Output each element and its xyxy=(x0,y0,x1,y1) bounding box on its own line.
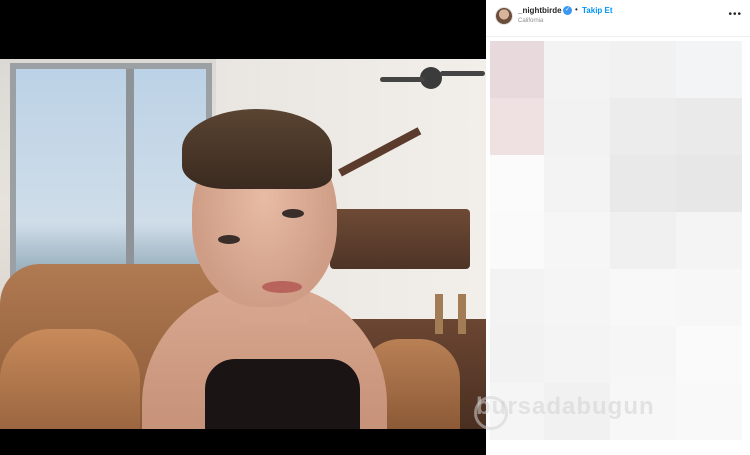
post-photo[interactable] xyxy=(0,59,486,429)
photo-bench-leg xyxy=(458,294,466,334)
pixelated-tile xyxy=(610,326,676,383)
photo-sofa-arm xyxy=(0,329,140,429)
pixelated-comments-area xyxy=(490,41,748,441)
photo-fan-blade xyxy=(380,77,425,82)
post-header: _nightbirde ✓ • Takip Et California ••• xyxy=(486,0,750,37)
pixelated-tile xyxy=(610,155,676,212)
pixelated-tile xyxy=(610,269,676,326)
header-separator: • xyxy=(575,5,578,14)
pixelated-tile xyxy=(544,41,610,98)
pixelated-tile xyxy=(676,41,742,98)
pixelated-tile xyxy=(676,383,742,440)
pixelated-tile xyxy=(676,269,742,326)
pixelated-tile xyxy=(676,326,742,383)
username-link[interactable]: _nightbirde xyxy=(518,6,562,15)
photo-person-top xyxy=(205,359,360,429)
post-photo-pane[interactable] xyxy=(0,0,486,455)
pixelated-tile xyxy=(544,98,610,155)
more-options-icon[interactable]: ••• xyxy=(728,9,742,20)
pixelated-tile xyxy=(544,326,610,383)
pixelated-tile xyxy=(610,383,676,440)
photo-person-hair xyxy=(182,109,332,189)
avatar[interactable] xyxy=(495,7,513,25)
pixelated-tile xyxy=(490,326,544,383)
pixelated-tile xyxy=(490,155,544,212)
pixelated-tile xyxy=(610,98,676,155)
follow-button[interactable]: Takip Et xyxy=(582,6,613,15)
pixelated-tile xyxy=(544,155,610,212)
post-side-panel: _nightbirde ✓ • Takip Et California ••• xyxy=(486,0,750,455)
photo-fan-blade xyxy=(440,71,485,76)
pixelated-tile xyxy=(544,269,610,326)
pixelated-tile xyxy=(676,212,742,269)
photo-person-eye xyxy=(282,209,304,218)
pixelated-tile xyxy=(490,41,544,98)
location-link[interactable]: California xyxy=(518,18,543,24)
pixelated-tile xyxy=(610,212,676,269)
pixelated-tile xyxy=(610,41,676,98)
pixelated-tile xyxy=(490,212,544,269)
verified-badge-icon: ✓ xyxy=(563,6,572,15)
pixelated-tile xyxy=(490,98,544,155)
photo-piano xyxy=(330,209,470,269)
pixelated-tile xyxy=(544,212,610,269)
photo-person-eye xyxy=(218,235,240,244)
pixelated-tile xyxy=(544,383,610,440)
pixelated-tile xyxy=(676,98,742,155)
photo-person-lips xyxy=(262,281,302,293)
photo-bench-leg xyxy=(435,294,443,334)
pixelated-tile xyxy=(676,155,742,212)
watermark-logo-icon xyxy=(474,396,508,430)
pixelated-tile xyxy=(490,269,544,326)
